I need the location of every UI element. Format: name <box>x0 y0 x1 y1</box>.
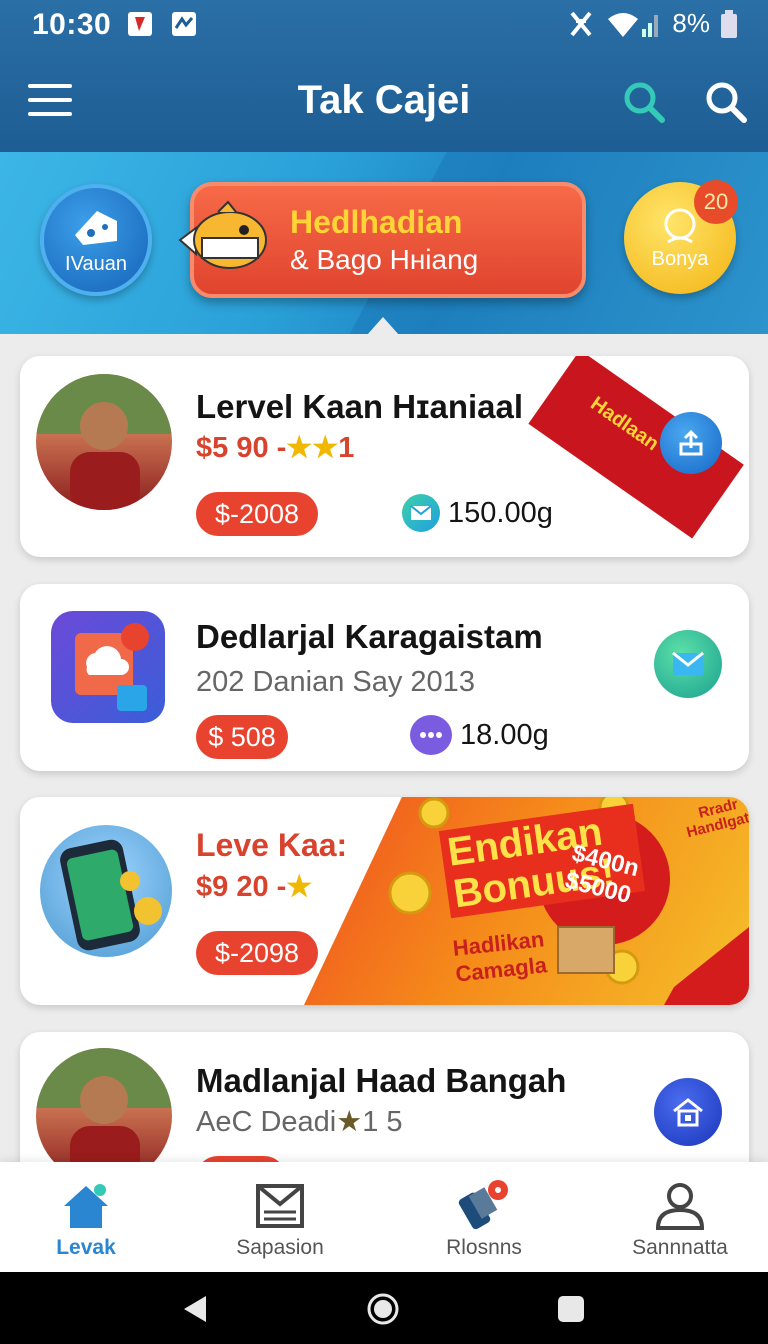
avatar <box>36 374 172 510</box>
nav-item-levak[interactable]: Levak <box>0 1162 182 1272</box>
promo-left-bubble[interactable]: IVauan <box>40 184 152 296</box>
battery-text: 8% <box>672 8 710 38</box>
star-icon: ★ <box>286 871 313 903</box>
list-card[interactable]: Leve Kaa: $9 20 -★ $-2098 Endikan Bonuus… <box>20 797 749 1005</box>
bonus-subtext: Hadlikan Camagla <box>451 926 549 987</box>
battery-icon <box>721 9 737 38</box>
mail-icon[interactable] <box>654 630 722 698</box>
status-time: 10:30 <box>32 8 112 41</box>
app-icon <box>51 611 165 723</box>
close-icon[interactable]: ✕ <box>714 364 744 394</box>
list-card[interactable]: Lervel Kaan Hɪaniaal $5 90 -★★1 $-2008 1… <box>20 356 749 557</box>
card-title: Lervel Kaan Hɪaniaal <box>196 388 524 425</box>
network-icon <box>570 11 592 36</box>
notification-icon <box>128 12 152 36</box>
promo-right-bubble[interactable]: Bonya 20 <box>624 180 738 294</box>
profile-icon <box>655 1183 705 1230</box>
recents-icon[interactable] <box>556 1294 586 1324</box>
promo-left-label: IVauan <box>65 252 127 275</box>
bottom-nav: Levak Sapasion Rlosnns Sannnatta <box>0 1162 768 1272</box>
search-icon[interactable] <box>622 80 666 124</box>
nav-item-sannnatta[interactable]: Sannnatta <box>584 1162 768 1272</box>
card-price: $9 20 -★ <box>196 871 313 903</box>
cheese-icon <box>75 210 117 245</box>
star-icon: ★★ <box>286 432 339 464</box>
promo-headline: Hedlhadian <box>290 204 463 240</box>
brush-notification-icon <box>458 1180 508 1230</box>
promo-count-badge: 20 <box>694 180 738 224</box>
app-screen: 10:30 8% Tak Cajei IVauan Hedlhadian & B… <box>0 0 768 1344</box>
bonus-face-icon <box>664 208 696 243</box>
chat-icon <box>410 715 452 755</box>
card-metric: 150.00g <box>402 494 553 532</box>
price-pill[interactable]: $-2098 <box>196 931 318 975</box>
price-pill[interactable]: $ 508 <box>196 715 288 759</box>
price-pill[interactable]: $-2008 <box>196 492 318 536</box>
status-bar: 10:30 8% <box>0 0 768 50</box>
star-icon: ★ <box>336 1106 363 1138</box>
signal-icon <box>608 12 659 37</box>
app-bar: 10:30 8% Tak Cajei <box>0 0 768 155</box>
card-title: Dedlarjal Karagaistam <box>196 618 543 655</box>
nav-item-sapasion[interactable]: Sapasion <box>184 1162 376 1272</box>
home-icon <box>64 1184 108 1228</box>
card-subtitle: 202 Danian Say 2013 <box>196 666 475 698</box>
card-metric: 18.00g <box>410 715 549 755</box>
home-circle-icon[interactable] <box>366 1292 400 1326</box>
search-icon-secondary[interactable] <box>704 80 748 124</box>
phone-avatar <box>40 825 172 957</box>
system-nav-bar <box>0 1272 768 1344</box>
back-icon[interactable] <box>180 1294 210 1324</box>
card-subtitle: AeC Deadi★1 5 <box>196 1106 403 1138</box>
promo-banner: IVauan Hedlhadian & Bago Hніang Bonya 20 <box>0 152 768 334</box>
mail-icon <box>402 494 440 532</box>
card-title: Madlanjal Haad Bangah <box>196 1062 567 1099</box>
home-lock-icon[interactable] <box>654 1078 722 1146</box>
promo-right-label: Bonya <box>651 247 709 270</box>
status-right-icons: 8% <box>566 8 738 39</box>
fish-mascot-icon <box>178 200 267 269</box>
notification-icon-2 <box>172 12 196 36</box>
card-title: Leve Kaa: <box>196 827 348 863</box>
list-card[interactable]: Dedlarjal Karagaistam 202 Danian Say 201… <box>20 584 749 771</box>
promo-subline: & Bago Hніang <box>290 244 479 275</box>
bonus-banner[interactable]: Endikan Bonuus! Hadlikan Camagla $400n $… <box>304 797 749 1005</box>
nav-item-rlosnns[interactable]: Rlosnns <box>388 1162 580 1272</box>
share-icon[interactable] <box>660 412 722 474</box>
mail-icon <box>256 1184 304 1228</box>
card-price: $5 90 -★★1 <box>196 432 355 464</box>
